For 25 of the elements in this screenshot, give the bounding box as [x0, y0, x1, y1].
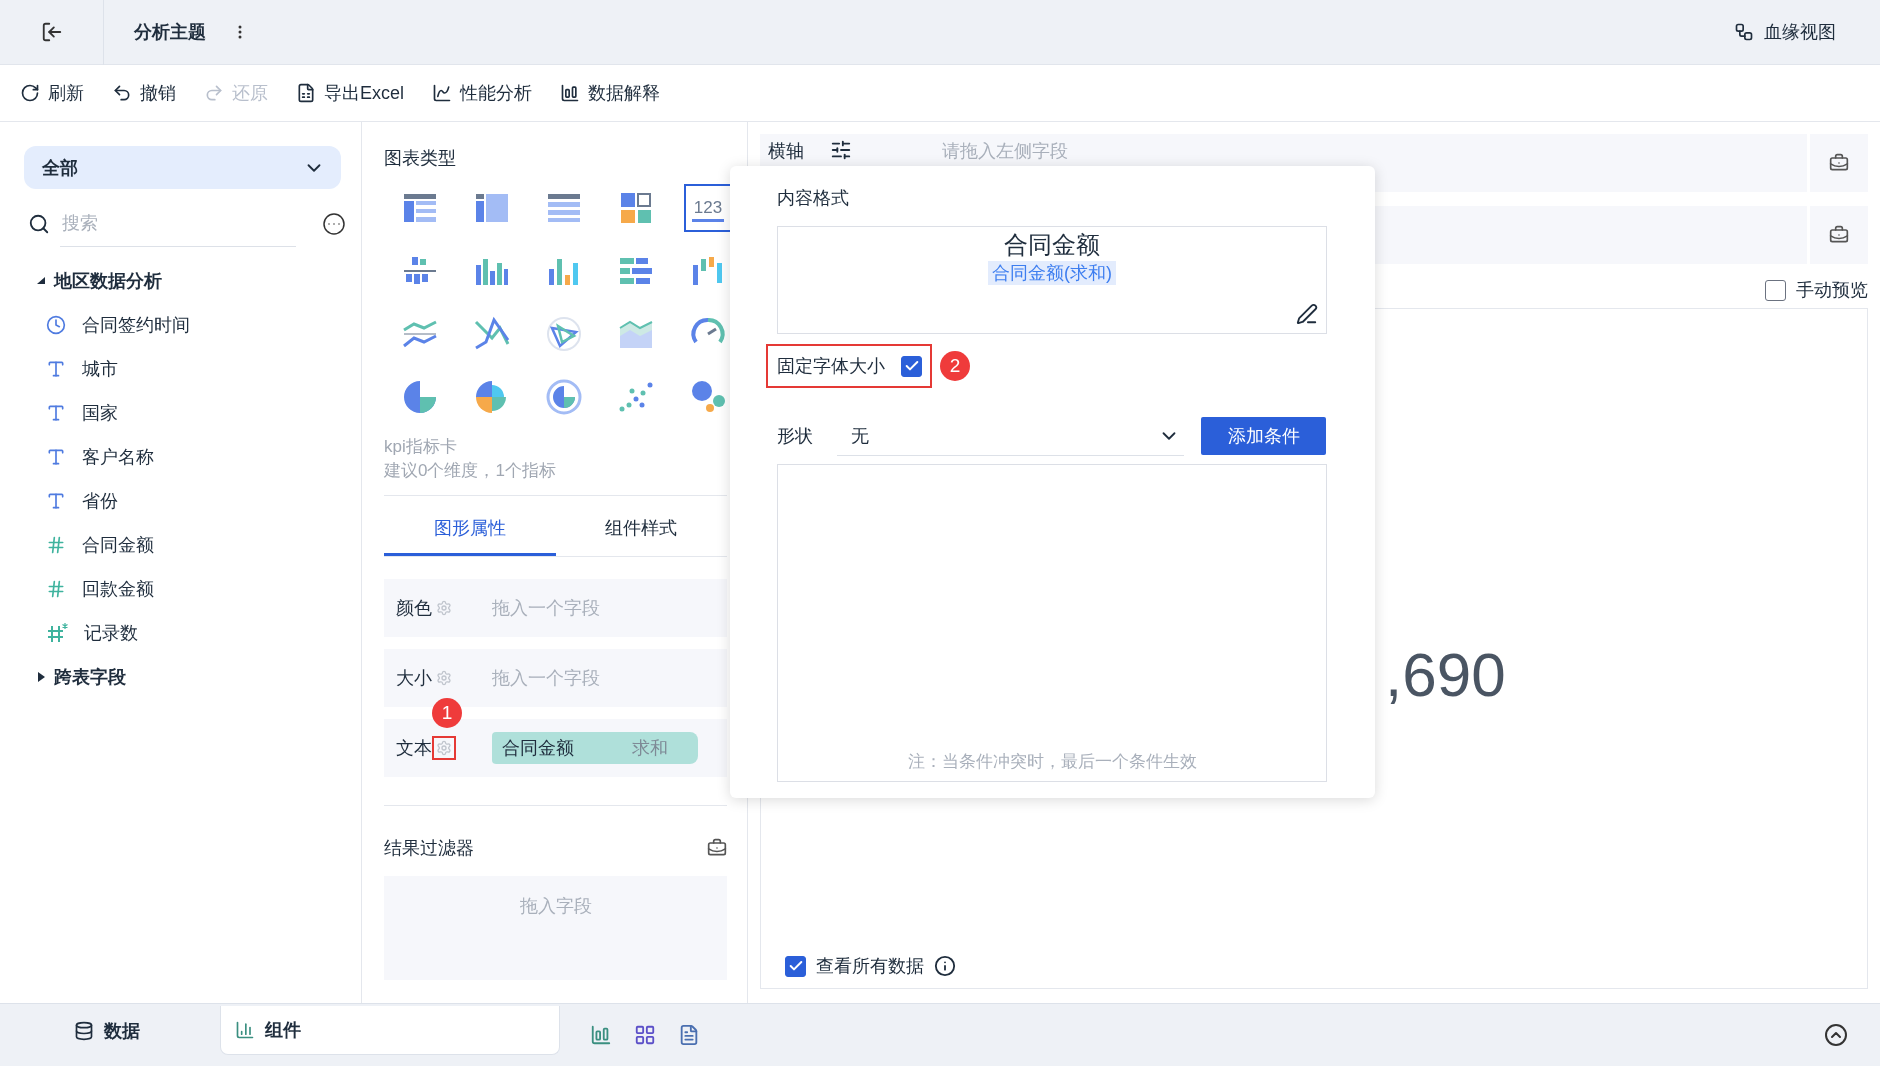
kpi-value: ,690 — [1385, 639, 1507, 710]
checkbox-label: 查看所有数据 — [816, 955, 924, 978]
axis-label: 横轴 — [767, 140, 805, 163]
page-title: 分析主题 — [134, 21, 206, 44]
chart-type-hint: 建议0个维度，1个指标 — [384, 460, 557, 482]
property-label: 大小 — [396, 667, 432, 690]
chart-type-name: kpi指标卡 — [384, 436, 458, 458]
property-label: 颜色 — [396, 597, 432, 620]
field-token: 合同金额(求和) — [988, 261, 1116, 285]
note-text: 注：当条件冲突时，最后一个条件生效 — [907, 751, 1197, 773]
pill-field-name: 合同金额 — [502, 737, 574, 760]
property-label: 文本 — [396, 737, 432, 760]
checkbox-label: 手动预览 — [1796, 279, 1868, 302]
field-label: 形状 — [777, 425, 813, 448]
section-title: 图表类型 — [384, 147, 457, 170]
callout-badge: 2 — [940, 351, 970, 381]
checkbox-label: 固定字体大小 — [777, 355, 885, 378]
drop-placeholder: 拖入字段 — [519, 895, 592, 918]
pill-aggregation: 求和 — [632, 737, 668, 760]
callout-badge: 1 — [432, 698, 462, 728]
axis-placeholder: 请拖入左侧字段 — [942, 140, 1068, 163]
drop-placeholder: 拖入一个字段 — [492, 667, 600, 690]
drop-placeholder: 拖入一个字段 — [492, 597, 600, 620]
preview-title: 合同金额 — [1004, 230, 1100, 260]
section-title: 结果过滤器 — [384, 837, 474, 860]
